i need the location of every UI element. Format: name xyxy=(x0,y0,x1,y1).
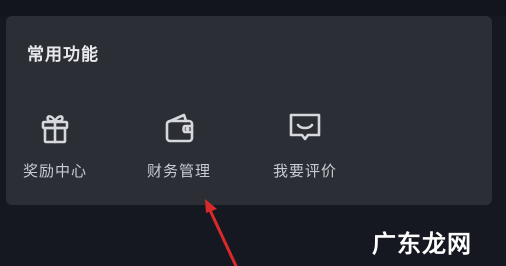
write-review-button[interactable]: 我要评价 xyxy=(250,108,360,188)
common-functions-card: 常用功能 奖励中心 财务管理 我要评价 xyxy=(6,16,492,205)
red-arrow-annotation xyxy=(205,199,238,266)
watermark-text: 广东龙网 xyxy=(372,229,472,258)
wallet-icon xyxy=(165,113,194,143)
finance-management-label: 财务管理 xyxy=(146,162,211,180)
gift-icon xyxy=(41,115,69,144)
top-background-strip xyxy=(0,0,506,16)
finance-management-button[interactable]: 财务管理 xyxy=(124,108,234,188)
write-review-label: 我要评价 xyxy=(272,162,337,180)
reward-center-label: 奖励中心 xyxy=(22,162,87,180)
chat-review-icon xyxy=(289,113,321,141)
section-title: 常用功能 xyxy=(27,45,99,65)
reward-center-button[interactable]: 奖励中心 xyxy=(0,108,110,188)
